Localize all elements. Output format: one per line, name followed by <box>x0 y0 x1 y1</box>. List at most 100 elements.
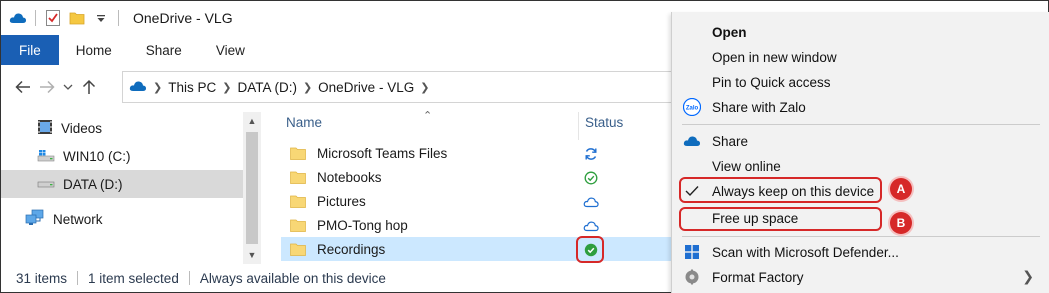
breadcrumb-data-drive[interactable]: DATA (D:) <box>237 80 297 95</box>
customize-quick-access-icon[interactable] <box>92 9 110 27</box>
folder-icon <box>290 195 306 208</box>
folder-icon <box>290 147 306 160</box>
windows-drive-icon <box>37 148 55 165</box>
file-name: Recordings <box>317 241 386 257</box>
annotation-badge-a: A <box>890 178 912 200</box>
menu-item-label: Share <box>712 133 749 149</box>
drive-icon <box>37 177 55 192</box>
menu-separator <box>682 124 1040 125</box>
address-bar[interactable]: ❯ This PC ❯ DATA (D:) ❯ OneDrive - VLG ❯ <box>122 71 682 103</box>
menu-item-share[interactable]: Share <box>672 129 1049 153</box>
column-header-name[interactable]: Name <box>286 115 322 130</box>
tab-home[interactable]: Home <box>59 35 129 65</box>
column-header-status[interactable]: Status <box>585 115 623 130</box>
menu-item-label: Open in new window <box>712 49 837 65</box>
onedrive-cloud-icon <box>683 132 701 150</box>
online-only-icon <box>582 193 600 211</box>
status-highlight-box <box>576 236 604 263</box>
file-name: Microsoft Teams Files <box>317 145 448 161</box>
nav-item-network[interactable]: Network <box>1 205 243 233</box>
separator <box>118 10 119 26</box>
context-menu: Open Open in new window Pin to Quick acc… <box>671 12 1049 293</box>
file-name: Notebooks <box>317 169 382 185</box>
forward-arrow-icon[interactable] <box>35 75 59 99</box>
file-row-recordings[interactable]: Recordings <box>281 237 671 261</box>
file-row-pictures[interactable]: Pictures <box>281 189 671 213</box>
back-arrow-icon[interactable] <box>11 75 35 99</box>
folder-icon <box>290 243 306 256</box>
navigation-pane: Videos WIN10 (C:) DATA (D:) Network <box>1 112 243 262</box>
menu-item-share-zalo[interactable]: Zalo Share with Zalo <box>672 95 1049 119</box>
sort-ascending-icon: ⌃ <box>423 110 433 122</box>
items-count: 31 items <box>16 270 68 286</box>
scroll-down-icon[interactable]: ▼ <box>243 246 261 264</box>
tab-file[interactable]: File <box>1 35 59 65</box>
onedrive-cloud-icon <box>129 80 147 95</box>
scrollbar-thumb[interactable] <box>246 132 258 244</box>
network-icon <box>25 209 45 230</box>
annotation-badge-b: B <box>890 212 912 234</box>
breadcrumb-this-pc[interactable]: This PC <box>168 80 216 95</box>
menu-item-label: Pin to Quick access <box>712 74 831 90</box>
nav-item-videos[interactable]: Videos <box>1 114 243 142</box>
breadcrumb-chevron-icon[interactable]: ❯ <box>153 81 162 94</box>
file-row-pmo-tong-hop[interactable]: PMO-Tong hop <box>281 213 671 237</box>
menu-item-label: Format Factory <box>712 269 804 285</box>
separator <box>35 10 36 26</box>
separator <box>188 271 190 285</box>
nav-item-label: Network <box>53 211 103 227</box>
menu-item-format-factory[interactable]: Format Factory ❯ <box>672 265 1049 289</box>
new-folder-icon[interactable] <box>68 9 86 27</box>
scroll-up-icon[interactable]: ▲ <box>243 112 261 130</box>
zalo-icon: Zalo <box>683 98 701 116</box>
menu-item-view-online[interactable]: View online <box>672 154 1049 178</box>
online-only-icon <box>582 217 600 235</box>
file-name: PMO-Tong hop <box>317 217 408 233</box>
nav-item-win10-c[interactable]: WIN10 (C:) <box>1 142 243 170</box>
tab-share[interactable]: Share <box>129 35 199 65</box>
breadcrumb-onedrive[interactable]: OneDrive - VLG <box>318 80 414 95</box>
format-factory-icon <box>683 268 701 286</box>
menu-item-label: Scan with Microsoft Defender... <box>712 244 899 260</box>
breadcrumb-chevron-icon[interactable]: ❯ <box>303 81 312 94</box>
ribbon-tabs: File Home Share View <box>1 35 671 65</box>
nav-item-label: WIN10 (C:) <box>63 148 131 164</box>
file-row-microsoft-teams-files[interactable]: Microsoft Teams Files <box>281 141 671 165</box>
availability-status: Always available on this device <box>199 270 386 286</box>
selection-count: 1 item selected <box>88 270 179 286</box>
nav-item-label: Videos <box>61 120 103 136</box>
highlight-box-b <box>679 207 882 231</box>
tab-view[interactable]: View <box>199 35 262 65</box>
nav-item-data-d[interactable]: DATA (D:) <box>1 170 243 198</box>
breadcrumb-chevron-icon[interactable]: ❯ <box>420 81 429 94</box>
breadcrumb-chevron-icon[interactable]: ❯ <box>222 81 231 94</box>
menu-separator <box>682 236 1040 237</box>
highlight-box-a <box>679 177 882 203</box>
file-name: Pictures <box>317 193 366 209</box>
window-title: OneDrive - VLG <box>133 10 233 26</box>
file-row-notebooks[interactable]: Notebooks <box>281 165 671 189</box>
submenu-chevron-icon: ❯ <box>1022 268 1034 284</box>
recent-locations-chevron-icon[interactable] <box>59 75 77 99</box>
status-bar: 31 items 1 item selected Always availabl… <box>1 264 671 292</box>
menu-item-open-new-window[interactable]: Open in new window <box>672 45 1049 69</box>
column-divider[interactable] <box>578 112 579 140</box>
sync-pending-icon <box>582 145 600 163</box>
properties-checklist-icon[interactable] <box>44 9 62 27</box>
up-arrow-icon[interactable] <box>77 75 101 99</box>
menu-item-label: Open <box>712 24 747 40</box>
address-row: ❯ This PC ❯ DATA (D:) ❯ OneDrive - VLG ❯ <box>1 66 682 108</box>
menu-item-pin-quick-access[interactable]: Pin to Quick access <box>672 70 1049 94</box>
menu-item-label: View online <box>712 158 781 174</box>
defender-shield-icon <box>683 243 701 261</box>
menu-item-scan-defender[interactable]: Scan with Microsoft Defender... <box>672 240 1049 264</box>
separator <box>77 271 79 285</box>
menu-item-open[interactable]: Open <box>672 20 1049 44</box>
zalo-icon-text: Zalo <box>686 106 699 112</box>
available-locally-icon <box>582 169 600 187</box>
onedrive-cloud-icon <box>9 9 27 27</box>
nav-item-label: DATA (D:) <box>63 176 123 192</box>
menu-item-label: Share with Zalo <box>712 99 806 115</box>
nav-pane-scrollbar[interactable]: ▲ ▼ <box>243 112 261 264</box>
folder-icon <box>290 171 306 184</box>
